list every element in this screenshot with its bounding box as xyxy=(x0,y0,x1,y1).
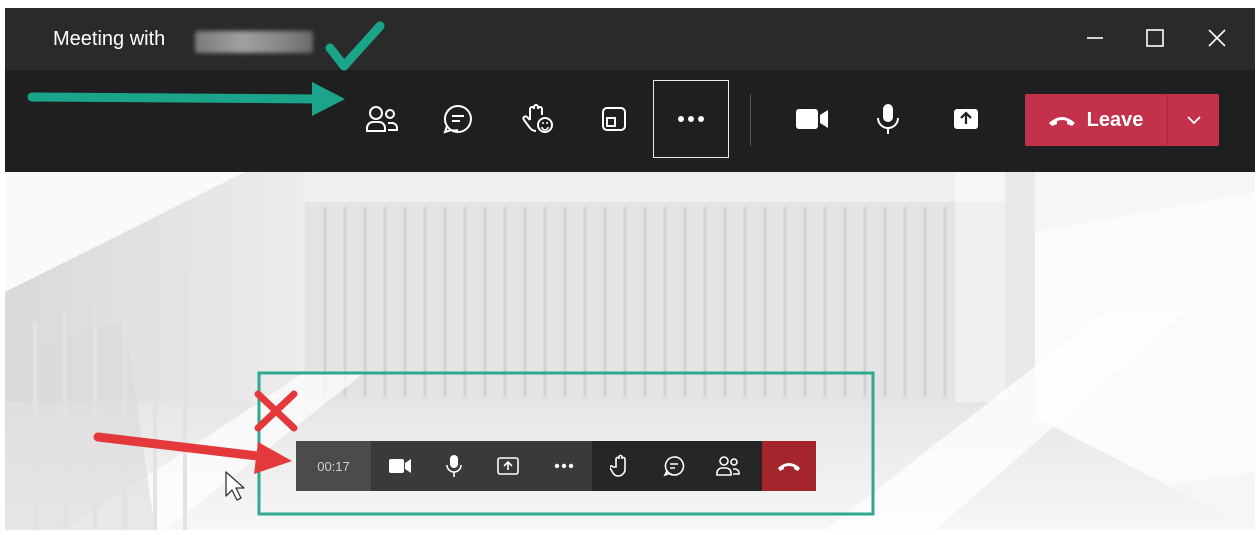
more-icon xyxy=(678,116,704,122)
participants-button[interactable] xyxy=(357,94,407,144)
raise-hand-icon xyxy=(610,454,626,477)
people-icon xyxy=(716,456,740,476)
leave-main[interactable]: Leave xyxy=(1025,94,1165,146)
compact-secondary-group xyxy=(592,441,762,491)
share-button[interactable] xyxy=(941,94,991,144)
leave-label: Leave xyxy=(1086,108,1144,131)
mic-icon xyxy=(877,104,899,134)
chat-icon xyxy=(663,456,685,477)
rooms-icon xyxy=(602,107,626,131)
compact-microphone-button[interactable] xyxy=(432,441,476,491)
rooms-button[interactable] xyxy=(589,94,639,144)
raise-hand-icon xyxy=(522,104,553,133)
more-icon xyxy=(554,463,574,469)
title-bar: Meeting with xyxy=(5,8,1255,70)
meeting-timer: 00:17 xyxy=(296,441,371,491)
meeting-window: Meeting with Leave 00:17 xyxy=(0,0,1260,535)
close-button[interactable] xyxy=(1197,22,1237,54)
leave-options-button[interactable] xyxy=(1168,94,1219,146)
window-title: Meeting with xyxy=(53,28,166,50)
compact-camera-button[interactable] xyxy=(378,441,422,491)
camera-icon xyxy=(796,109,828,129)
close-icon xyxy=(1208,29,1226,47)
chat-icon xyxy=(443,104,472,134)
reactions-button[interactable] xyxy=(513,94,563,144)
people-icon xyxy=(366,106,398,132)
share-icon xyxy=(954,109,978,129)
microphone-button[interactable] xyxy=(863,94,913,144)
maximize-icon xyxy=(1146,29,1164,47)
chat-button[interactable] xyxy=(433,94,483,144)
compact-meeting-toolbar: 00:17 xyxy=(296,441,816,491)
compact-raise-hand-button[interactable] xyxy=(598,441,642,491)
share-icon xyxy=(497,457,519,475)
compact-hang-up-button[interactable] xyxy=(762,441,816,491)
camera-button[interactable] xyxy=(787,94,837,144)
minimize-button[interactable] xyxy=(1075,22,1115,54)
leave-button[interactable]: Leave xyxy=(1025,94,1219,146)
compact-participants-button[interactable] xyxy=(706,441,750,491)
mic-icon xyxy=(446,455,462,477)
maximize-button[interactable] xyxy=(1135,22,1175,54)
minimize-icon xyxy=(1087,37,1103,39)
hang-up-icon xyxy=(1048,117,1075,126)
more-actions-button[interactable] xyxy=(653,80,729,158)
redacted-name xyxy=(195,31,313,53)
hang-up-icon xyxy=(778,463,800,471)
chevron-down-icon xyxy=(1186,116,1201,125)
compact-share-button[interactable] xyxy=(486,441,530,491)
meeting-toolbar: Leave xyxy=(5,70,1255,172)
toolbar-divider xyxy=(750,94,751,146)
compact-chat-button[interactable] xyxy=(652,441,696,491)
camera-icon xyxy=(389,459,411,473)
compact-more-button[interactable] xyxy=(542,441,586,491)
